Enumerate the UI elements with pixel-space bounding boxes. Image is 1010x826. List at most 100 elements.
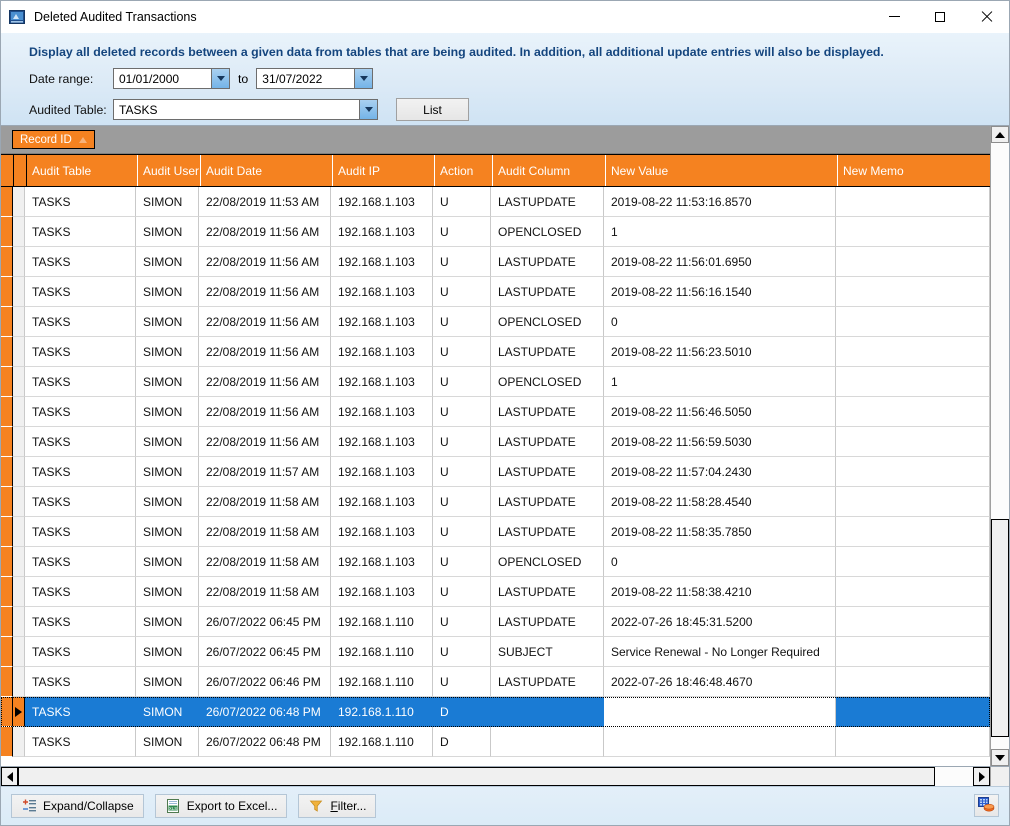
table-row[interactable]: TASKSSIMON22/08/2019 11:56 AM192.168.1.1… [1,427,990,457]
cell-value[interactable]: 2019-08-22 11:56:46.5050 [604,397,836,427]
cell-memo[interactable] [836,187,990,217]
cell-memo[interactable] [836,637,990,667]
cell-column[interactable]: LASTUPDATE [491,577,604,607]
column-header-audit-user[interactable]: Audit User [138,155,201,186]
cell-date[interactable]: 22/08/2019 11:58 AM [199,577,331,607]
cell-ip[interactable]: 192.168.1.103 [331,277,433,307]
cell-table[interactable]: TASKS [25,457,136,487]
cell-action[interactable]: U [433,457,491,487]
cell-action[interactable]: U [433,547,491,577]
column-header-new-memo[interactable]: New Memo [838,155,990,186]
cell-user[interactable]: SIMON [136,397,199,427]
close-window-button[interactable] [963,1,1009,32]
row-indicator-cell[interactable] [13,397,25,427]
cell-date[interactable]: 22/08/2019 11:56 AM [199,307,331,337]
cell-date[interactable]: 22/08/2019 11:53 AM [199,187,331,217]
cell-user[interactable]: SIMON [136,427,199,457]
table-row[interactable]: TASKSSIMON22/08/2019 11:58 AM192.168.1.1… [1,517,990,547]
row-indicator-cell[interactable] [13,337,25,367]
cell-table[interactable]: TASKS [25,547,136,577]
cell-date[interactable]: 22/08/2019 11:56 AM [199,427,331,457]
cell-value[interactable]: 2019-08-22 11:58:35.7850 [604,517,836,547]
table-row[interactable]: TASKSSIMON22/08/2019 11:56 AM192.168.1.1… [1,397,990,427]
cell-column[interactable]: LASTUPDATE [491,397,604,427]
cell-action[interactable]: U [433,487,491,517]
vertical-scroll-track[interactable] [991,143,1009,749]
row-indicator-cell[interactable] [13,217,25,247]
cell-value[interactable]: 2019-08-22 11:56:16.1540 [604,277,836,307]
cell-memo[interactable] [836,607,990,637]
cell-ip[interactable]: 192.168.1.110 [331,697,433,727]
cell-table[interactable]: TASKS [25,667,136,697]
audited-table-combo[interactable]: TASKS [113,99,378,120]
cell-column[interactable] [491,697,604,727]
cell-table[interactable]: TASKS [25,727,136,757]
cell-user[interactable]: SIMON [136,457,199,487]
cell-value[interactable]: 2022-07-26 18:46:48.4670 [604,667,836,697]
cell-memo[interactable] [836,337,990,367]
cell-user[interactable]: SIMON [136,727,199,757]
cell-memo[interactable] [836,217,990,247]
cell-table[interactable]: TASKS [25,187,136,217]
cell-column[interactable]: OPENCLOSED [491,307,604,337]
scroll-left-button[interactable] [1,767,18,786]
cell-memo[interactable] [836,487,990,517]
cell-user[interactable]: SIMON [136,517,199,547]
cell-date[interactable]: 26/07/2022 06:46 PM [199,667,331,697]
cell-ip[interactable]: 192.168.1.103 [331,487,433,517]
cell-column[interactable]: OPENCLOSED [491,217,604,247]
cell-date[interactable]: 26/07/2022 06:48 PM [199,697,331,727]
cell-column[interactable]: OPENCLOSED [491,547,604,577]
expand-collapse-button[interactable]: Expand/Collapse [11,794,144,818]
cell-ip[interactable]: 192.168.1.110 [331,637,433,667]
cell-value[interactable]: 0 [604,307,836,337]
cell-memo[interactable] [836,247,990,277]
cell-memo[interactable] [836,517,990,547]
cell-ip[interactable]: 192.168.1.110 [331,607,433,637]
row-indicator-cell[interactable] [13,187,25,217]
cell-value[interactable]: Service Renewal - No Longer Required [604,637,836,667]
column-header-action[interactable]: Action [435,155,493,186]
horizontal-scroll-track[interactable] [18,767,973,786]
cell-action[interactable]: U [433,577,491,607]
horizontal-scroll-thumb[interactable] [18,767,935,786]
column-header-audit-column[interactable]: Audit Column [493,155,606,186]
cell-date[interactable]: 22/08/2019 11:57 AM [199,457,331,487]
cell-value[interactable]: 2019-08-22 11:58:38.4210 [604,577,836,607]
table-row[interactable]: TASKSSIMON22/08/2019 11:56 AM192.168.1.1… [1,277,990,307]
group-chip-record-id[interactable]: Record ID [12,130,95,149]
cell-memo[interactable] [836,727,990,757]
cell-column[interactable]: LASTUPDATE [491,187,604,217]
cell-table[interactable]: TASKS [25,337,136,367]
cell-memo[interactable] [836,547,990,577]
vertical-scrollbar[interactable] [990,126,1009,766]
table-row[interactable]: TASKSSIMON22/08/2019 11:56 AM192.168.1.1… [1,247,990,277]
cell-value[interactable]: 2022-07-26 18:45:31.5200 [604,607,836,637]
cell-column[interactable]: LASTUPDATE [491,277,604,307]
cell-ip[interactable]: 192.168.1.103 [331,187,433,217]
filter-button[interactable]: Filter... [298,794,376,818]
cell-value[interactable]: 0 [604,547,836,577]
group-by-panel[interactable]: Record ID [1,126,990,154]
scroll-up-button[interactable] [991,126,1009,143]
cell-value[interactable]: 2019-08-22 11:53:16.8570 [604,187,836,217]
cell-user[interactable]: SIMON [136,307,199,337]
cell-value[interactable]: 2019-08-22 11:56:59.5030 [604,427,836,457]
cell-column[interactable] [491,727,604,757]
cell-action[interactable]: U [433,667,491,697]
cell-value[interactable] [604,697,836,727]
cell-user[interactable]: SIMON [136,607,199,637]
cell-memo[interactable] [836,457,990,487]
column-header-new-value[interactable]: New Value [606,155,838,186]
cell-user[interactable]: SIMON [136,337,199,367]
row-indicator-cell[interactable] [13,517,25,547]
cell-memo[interactable] [836,367,990,397]
cell-action[interactable]: U [433,607,491,637]
cell-memo[interactable] [836,397,990,427]
table-row[interactable]: TASKSSIMON26/07/2022 06:46 PM192.168.1.1… [1,667,990,697]
vertical-scroll-thumb[interactable] [991,519,1009,737]
cell-ip[interactable]: 192.168.1.110 [331,667,433,697]
date-from-combo[interactable]: 01/01/2000 [113,68,230,89]
row-indicator-cell[interactable] [13,697,25,727]
row-indicator-cell[interactable] [13,637,25,667]
